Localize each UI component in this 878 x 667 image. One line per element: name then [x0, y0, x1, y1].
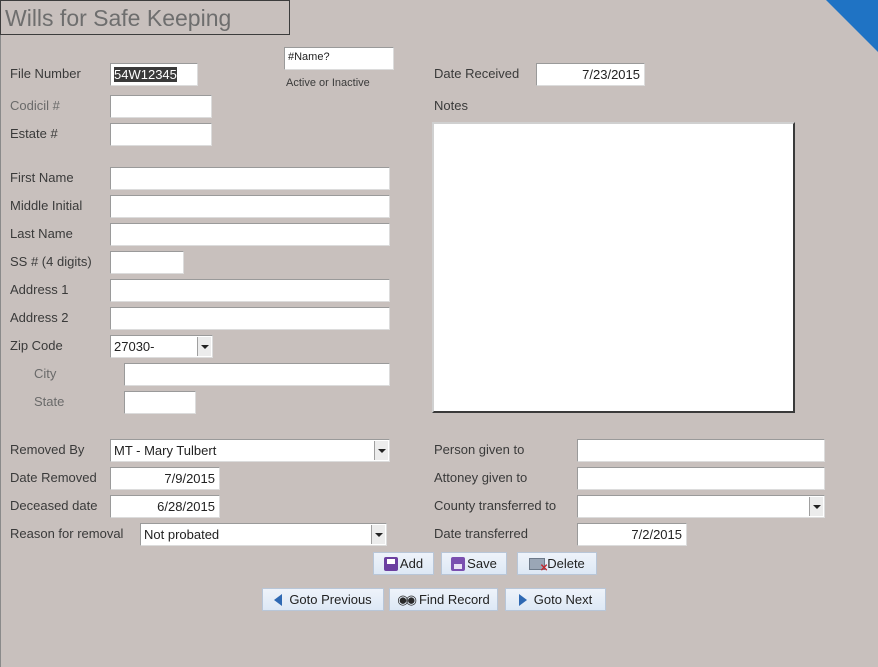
last-name-field[interactable]	[110, 223, 390, 246]
chevron-down-icon[interactable]	[809, 497, 823, 516]
save-button-label: Save	[467, 556, 497, 571]
find-record-label: Find Record	[418, 592, 490, 607]
address1-field[interactable]	[110, 279, 390, 302]
state-label: State	[34, 394, 65, 409]
estate-label: Estate #	[10, 126, 58, 141]
name-status-field[interactable]: #Name?	[284, 47, 394, 70]
estate-field[interactable]	[110, 123, 212, 146]
reason-label: Reason for removal	[10, 526, 124, 541]
county-transferred-to-select[interactable]	[577, 495, 825, 518]
corner-accent	[826, 0, 878, 52]
removed-by-value: MT - Mary Tulbert	[114, 443, 217, 458]
address1-label: Address 1	[10, 282, 69, 297]
zip-code-select[interactable]: 27030-	[110, 335, 213, 358]
notes-textarea[interactable]	[432, 122, 795, 413]
state-field[interactable]	[124, 391, 196, 414]
ssn-label: SS # (4 digits)	[10, 254, 92, 269]
goto-previous-label: Goto Previous	[289, 592, 372, 607]
codicil-field[interactable]	[110, 95, 212, 118]
goto-next-button[interactable]: Goto Next	[505, 588, 606, 611]
save-button[interactable]: Save	[441, 552, 507, 575]
date-transferred-field[interactable]: 7/2/2015	[577, 523, 687, 546]
person-given-to-field[interactable]	[577, 439, 825, 462]
reason-select[interactable]: Not probated	[140, 523, 387, 546]
date-removed-label: Date Removed	[10, 470, 97, 485]
floppy-disk-icon	[451, 556, 466, 571]
arrow-right-icon	[518, 593, 527, 606]
goto-next-label: Goto Next	[533, 592, 593, 607]
date-removed-field[interactable]: 7/9/2015	[110, 467, 220, 490]
reason-value: Not probated	[144, 527, 220, 542]
date-received-label: Date Received	[434, 66, 520, 81]
delete-record-icon	[529, 557, 548, 574]
middle-initial-label: Middle Initial	[10, 198, 83, 213]
attorney-given-to-field[interactable]	[577, 467, 825, 490]
file-number-field[interactable]: 54W12345	[110, 63, 198, 86]
zip-code-value: 27030-	[114, 339, 155, 354]
last-name-label: Last Name	[10, 226, 73, 241]
file-number-label: File Number	[10, 66, 81, 81]
chevron-down-icon[interactable]	[197, 337, 211, 356]
form-frame-left	[0, 35, 1, 667]
county-transferred-to-label: County transferred to	[434, 498, 557, 513]
date-received-field[interactable]: 7/23/2015	[536, 63, 645, 86]
add-button[interactable]: Add	[373, 552, 434, 575]
attorney-given-to-label: Attoney given to	[434, 470, 528, 485]
first-name-field[interactable]	[110, 167, 390, 190]
active-inactive-caption: Active or Inactive	[286, 77, 370, 89]
ssn-field[interactable]	[110, 251, 184, 274]
address2-label: Address 2	[10, 310, 69, 325]
file-number-value: 54W12345	[114, 67, 177, 82]
chevron-down-icon[interactable]	[374, 441, 388, 460]
middle-initial-field[interactable]	[110, 195, 390, 218]
arrow-left-icon	[274, 593, 283, 606]
address2-field[interactable]	[110, 307, 390, 330]
add-button-label: Add	[399, 556, 424, 571]
city-field[interactable]	[124, 363, 390, 386]
person-given-to-label: Person given to	[434, 442, 525, 457]
date-transferred-label: Date transferred	[434, 526, 528, 541]
city-label: City	[34, 366, 57, 381]
notes-label: Notes	[434, 98, 468, 113]
zip-code-label: Zip Code	[10, 338, 63, 353]
binoculars-icon: ◉◉	[397, 591, 417, 607]
codicil-label: Codicil #	[10, 98, 60, 113]
removed-by-select[interactable]: MT - Mary Tulbert	[110, 439, 390, 462]
goto-previous-button[interactable]: Goto Previous	[262, 588, 384, 611]
find-record-button[interactable]: ◉◉ Find Record	[389, 588, 498, 611]
delete-button-label: Delete	[547, 556, 585, 571]
deceased-date-field[interactable]: 6/28/2015	[110, 495, 220, 518]
delete-button[interactable]: Delete	[517, 552, 597, 575]
chevron-down-icon[interactable]	[371, 525, 385, 544]
form-title: Wills for Safe Keeping	[5, 5, 232, 31]
add-record-icon	[383, 556, 398, 571]
first-name-label: First Name	[10, 170, 74, 185]
removed-by-label: Removed By	[10, 442, 85, 457]
deceased-date-label: Deceased date	[10, 498, 98, 513]
